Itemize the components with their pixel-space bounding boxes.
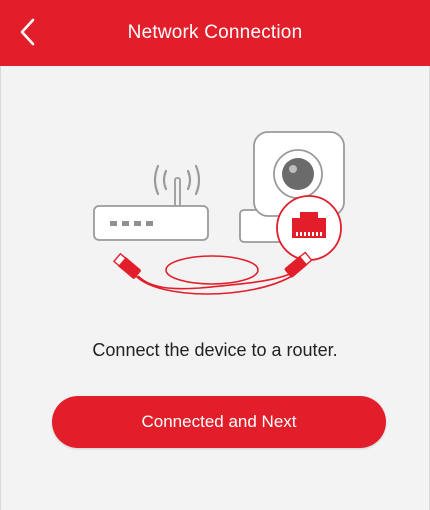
back-button[interactable] — [10, 14, 46, 50]
ethernet-cable-icon — [112, 251, 313, 295]
network-connection-screen: Network Connection Connect the device to… — [0, 0, 430, 510]
connection-illustration — [93, 131, 345, 295]
instruction-text: Connect the device to a router. — [92, 340, 338, 360]
router-antenna — [174, 177, 181, 209]
page-title: Network Connection — [127, 22, 303, 43]
chevron-left-icon — [20, 18, 35, 46]
ethernet-port-icon — [276, 195, 342, 261]
router-icon — [93, 205, 209, 241]
app-header: Network Connection — [0, 0, 430, 66]
connected-and-next-button[interactable]: Connected and Next — [52, 396, 386, 448]
